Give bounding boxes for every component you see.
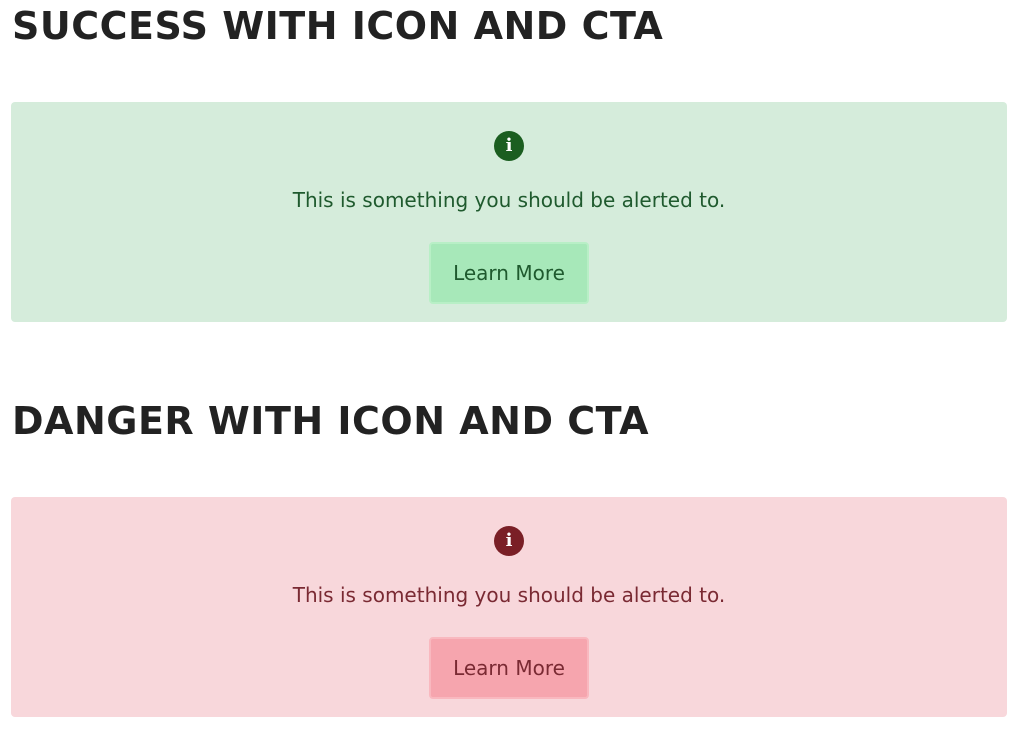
danger-alert-message: This is something you should be alerted … (292, 583, 726, 607)
success-alert-message: This is something you should be alerted … (292, 188, 726, 212)
danger-section-title: DANGER WITH ICON AND CTA (12, 399, 650, 443)
info-icon: i (494, 526, 524, 556)
success-learn-more-button[interactable]: Learn More (429, 242, 589, 304)
danger-learn-more-button[interactable]: Learn More (429, 637, 589, 699)
info-icon: i (494, 131, 524, 161)
success-section-title: SUCCESS WITH ICON AND CTA (12, 4, 664, 48)
success-alert: i This is something you should be alerte… (11, 102, 1007, 322)
danger-alert: i This is something you should be alerte… (11, 497, 1007, 717)
